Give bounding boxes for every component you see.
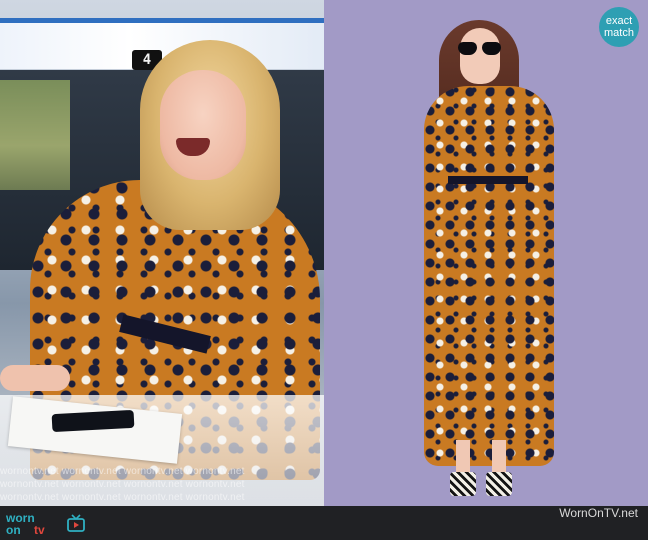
host-face: [160, 70, 246, 180]
wornontv-logo[interactable]: worn on tv: [6, 509, 96, 537]
model-face: [460, 28, 500, 84]
host-hand: [0, 365, 70, 391]
watermark-line: wornontv.net wornontv.net wornontv.net w…: [0, 492, 245, 503]
watermark: wornontv.net wornontv.net wornontv.net w…: [0, 465, 324, 504]
sunglasses: [458, 42, 502, 56]
watermark-line: wornontv.net wornontv.net wornontv.net w…: [0, 479, 245, 490]
product-belt: [448, 176, 528, 184]
logo-tv-text: tv: [34, 523, 45, 537]
exact-match-line-1: exact: [605, 15, 633, 27]
exact-match-line-2: match: [604, 27, 634, 39]
polka-dot-dress-product: [424, 86, 554, 466]
exact-match-badge: exact match: [599, 7, 639, 47]
footer-site-name[interactable]: WornOnTV.net: [559, 506, 638, 540]
product-photo[interactable]: [324, 0, 648, 506]
watermark-line: wornontv.net wornontv.net wornontv.net w…: [0, 466, 245, 477]
striped-sandal-right: [486, 472, 512, 496]
studio-window: [0, 80, 70, 190]
tv-icon: [67, 514, 85, 532]
footer-bar: [0, 506, 648, 540]
tv-screenshot-photo: 4 8 wornontv.net wornontv.net wornontv.n…: [0, 0, 324, 506]
striped-sandal-left: [450, 472, 476, 496]
logo-on-text: on: [6, 523, 21, 537]
